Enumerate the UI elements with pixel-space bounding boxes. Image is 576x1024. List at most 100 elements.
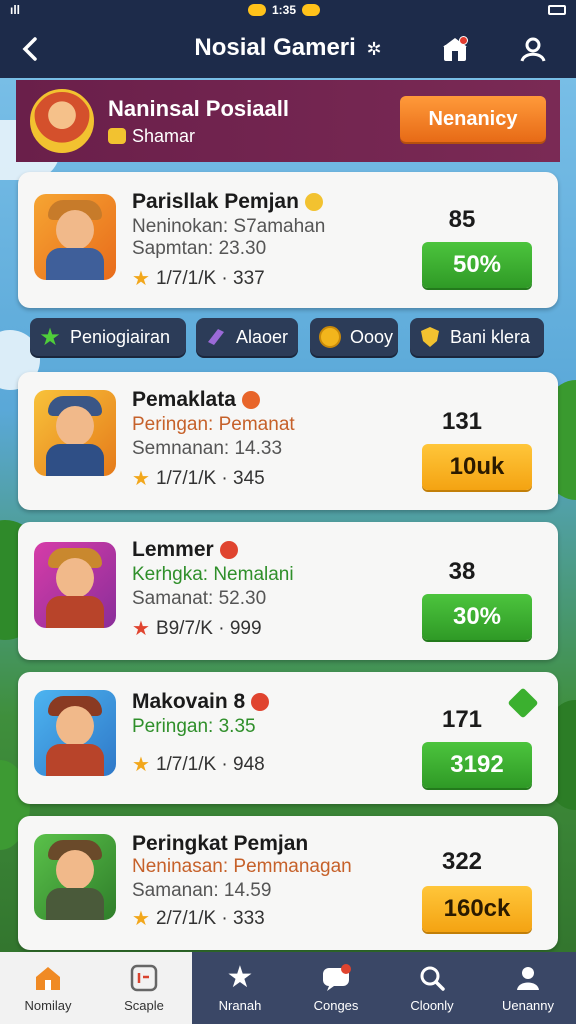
chat-icon xyxy=(321,963,351,992)
game-thumbnail xyxy=(34,834,116,920)
profile-button[interactable] xyxy=(514,30,552,68)
notification-dot xyxy=(341,963,351,974)
card-title: Pemaklata xyxy=(132,388,236,411)
nav-label: Nomilay xyxy=(24,997,72,1013)
card-action-button[interactable]: 10uk xyxy=(422,444,532,490)
card-line-1: Neninasan: Pemmanagan xyxy=(132,856,352,877)
star-icon: ★ xyxy=(39,323,61,351)
card-rating: 1/7/1/K · 337 xyxy=(155,267,265,289)
card-line-1: Neninokan: S7amahan xyxy=(132,216,326,237)
card-rating: 1/7/1/K · 948 xyxy=(155,753,265,775)
card-line-1: Peringan: 3.35 xyxy=(132,716,256,737)
nav-search[interactable]: Cloonly xyxy=(384,952,480,1024)
card-rating: 2/7/1/K · 333 xyxy=(155,907,265,929)
status-time: 1:35 xyxy=(271,3,297,17)
card-action-button[interactable]: 3192 xyxy=(422,742,532,788)
chip-bani-klera[interactable]: Bani klera xyxy=(410,318,544,356)
home-icon xyxy=(33,964,63,992)
chip-peniogiairan[interactable]: ★ Peniogiairan xyxy=(30,318,186,356)
status-dot-left xyxy=(247,4,266,16)
profile-action-button[interactable]: Nenanicy xyxy=(400,96,546,142)
card-rating: B9/7/K · 999 xyxy=(155,617,262,639)
signal-icon: ıll xyxy=(10,3,21,17)
card-line-2: Samanan: 14.59 xyxy=(132,880,272,901)
chip-oooy[interactable]: Oooy xyxy=(310,318,398,356)
search-icon xyxy=(417,964,447,992)
card-action-button[interactable]: 160ck xyxy=(422,886,532,932)
back-button[interactable] xyxy=(0,20,60,78)
profile-name: Naninsal Posiaall xyxy=(108,95,289,121)
star-icon: ★ xyxy=(132,618,150,640)
card-action-button[interactable]: 30% xyxy=(422,594,532,640)
user-icon xyxy=(520,37,546,62)
card-line-1: Kerhgka: Nemalani xyxy=(132,564,294,585)
page-title-text: Nosial Gameri xyxy=(194,34,356,61)
list-item[interactable]: Pemaklata Peringan: Pemanat Semnanan: 14… xyxy=(18,372,558,510)
nav-label: Cloonly xyxy=(410,997,454,1013)
nav-profile[interactable]: Uenanny xyxy=(480,952,576,1024)
list-item[interactable]: Peringkat Pemjan Neninasan: Pemmanagan S… xyxy=(18,816,558,950)
gear-icon: ✲ xyxy=(366,39,382,59)
profile-subtitle: Shamar xyxy=(132,125,196,146)
nav-favorites[interactable]: ★ Nranah xyxy=(192,952,288,1024)
crystal-icon xyxy=(204,325,228,349)
card-score: 38 xyxy=(448,558,476,585)
profile-banner: Naninsal Posiaall Shamar Nenanicy xyxy=(16,80,560,162)
star-icon: ★ xyxy=(132,908,150,930)
card-title: Lemmer xyxy=(132,538,214,561)
card-line-2: Semnanan: 14.33 xyxy=(132,438,283,459)
card-score: 131 xyxy=(441,408,483,435)
chip-label: Oooy xyxy=(350,326,394,347)
list-item[interactable]: Lemmer Kerhgka: Nemalani Samanat: 52.30 … xyxy=(18,522,558,660)
list-item[interactable]: Parisllak Pemjan Neninokan: S7amahan Sap… xyxy=(18,172,558,308)
card-title: Parisllak Pemjan xyxy=(132,190,299,213)
avatar xyxy=(30,89,94,153)
card-line-1: Peringan: Pemanat xyxy=(132,414,295,435)
nav-chat[interactable]: Conges xyxy=(288,952,384,1024)
badge-icon xyxy=(241,391,260,409)
coin-icon xyxy=(318,325,342,349)
card-rating: 1/7/1/K · 345 xyxy=(155,467,265,489)
card-line-2: Samanat: 52.30 xyxy=(132,588,267,609)
star-icon: ★ xyxy=(132,754,150,776)
status-dot-right xyxy=(302,4,321,16)
card-action-button[interactable]: 50% xyxy=(422,242,532,288)
game-thumbnail xyxy=(34,690,116,776)
signal-indicator: ıll xyxy=(10,3,20,17)
star-icon: ★ xyxy=(132,468,150,490)
star-icon: ★ xyxy=(226,961,254,994)
nav-leaderboard[interactable]: Scaple xyxy=(96,952,192,1024)
notification-dot xyxy=(459,36,468,45)
chevron-left-icon xyxy=(22,37,37,61)
game-thumbnail xyxy=(34,390,116,476)
card-title: Makovain 8 xyxy=(132,690,246,713)
game-thumbnail xyxy=(34,194,116,280)
card-score: 322 xyxy=(441,848,483,875)
chip-alaoer[interactable]: Alaoer xyxy=(196,318,298,356)
chip-label: Bani klera xyxy=(450,326,531,347)
card-title: Peringkat Pemjan xyxy=(132,832,309,855)
status-center: 1:35 xyxy=(247,3,321,17)
filter-chips: ★ Peniogiairan Alaoer Oooy Bani klera xyxy=(30,318,550,358)
badge-icon xyxy=(304,193,323,211)
card-score: 85 xyxy=(448,206,476,233)
star-icon: ★ xyxy=(132,268,150,290)
card-line-2: Sapmtan: 23.30 xyxy=(132,238,267,259)
chip-label: Peniogiairan xyxy=(70,326,171,347)
leaderboard-icon xyxy=(129,964,159,992)
bottom-navigation: Nomilay Scaple ★ Nranah Conges Cloonly U… xyxy=(0,952,576,1024)
heart-icon xyxy=(108,128,126,144)
badge-icon xyxy=(251,693,270,711)
list-item[interactable]: Makovain 8 Peringan: 3.35 ★ 1/7/1/K · 94… xyxy=(18,672,558,804)
nav-label: Nranah xyxy=(218,997,262,1013)
notifications-button[interactable] xyxy=(436,30,474,68)
top-header: Nosial Gameri ✲ xyxy=(0,20,576,78)
badge-icon xyxy=(219,541,238,559)
game-thumbnail xyxy=(34,542,116,628)
chip-label: Alaoer xyxy=(236,326,289,347)
battery-icon xyxy=(547,5,566,15)
card-score: 171 xyxy=(441,706,483,733)
nav-label: Conges xyxy=(313,997,359,1013)
nav-label: Scaple xyxy=(124,997,164,1013)
nav-home[interactable]: Nomilay xyxy=(0,952,96,1024)
